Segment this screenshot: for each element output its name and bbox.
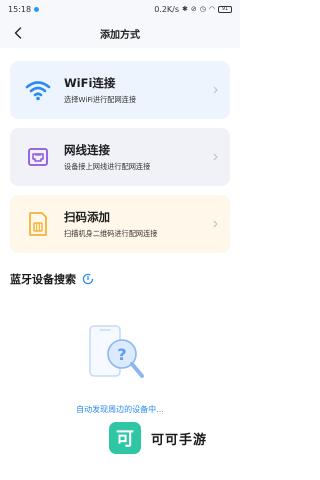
chevron-right-icon	[210, 85, 220, 95]
scan-option-title: 扫码添加	[64, 210, 110, 224]
device-search-illustration: ?	[82, 322, 154, 388]
bluetooth-search-header: 蓝牙设备搜索	[0, 253, 240, 287]
notification-dot-icon	[34, 6, 40, 12]
wifi-icon	[24, 76, 52, 104]
refresh-icon[interactable]	[82, 273, 94, 285]
back-button[interactable]	[8, 23, 28, 43]
bluetooth-icon: ✱	[182, 5, 188, 13]
status-left: 15:18	[8, 4, 40, 14]
status-bar: 15:18 0.2K/s ✱ ⊘ ◷ ◠ 91	[0, 0, 240, 18]
option-list: WiFi连接 选择WiFi进行配网连接 网线连接 设备接上网线进行配网连接 扫码…	[0, 48, 240, 253]
alarm-icon: ◷	[199, 5, 206, 13]
bluetooth-search-title: 蓝牙设备搜索	[10, 273, 76, 286]
ethernet-option-title: 网线连接	[64, 143, 110, 157]
watermark-logo: 可	[109, 422, 141, 454]
wifi-connect-option[interactable]: WiFi连接 选择WiFi进行配网连接	[10, 61, 230, 119]
searching-status-text: 自动发现周边的设备中...	[76, 405, 164, 414]
ethernet-port-icon	[24, 143, 52, 171]
header: 添加方式	[0, 18, 240, 48]
chevron-right-icon	[210, 219, 220, 229]
battery-icon: 91	[218, 5, 232, 13]
ethernet-option-subtitle: 设备接上网线进行配网连接	[64, 162, 151, 171]
wifi-option-title: WiFi连接	[64, 76, 116, 90]
ethernet-connect-option[interactable]: 网线连接 设备接上网线进行配网连接	[10, 128, 230, 186]
mute-icon: ⊘	[190, 5, 197, 13]
scan-option-text: 扫码添加 扫描机身二维码进行配网连接	[64, 209, 210, 239]
page-title: 添加方式	[100, 29, 140, 41]
battery-level: 91	[221, 6, 229, 12]
watermark: 可 可可手游	[109, 422, 207, 454]
scan-add-option[interactable]: 扫码添加 扫描机身二维码进行配网连接	[10, 195, 230, 253]
status-right: 0.2K/s ✱ ⊘ ◷ ◠ 91	[154, 5, 232, 14]
wifi-option-text: WiFi连接 选择WiFi进行配网连接	[64, 75, 210, 105]
chevron-right-icon	[210, 152, 220, 162]
sim-card-icon	[24, 210, 52, 238]
wifi-option-subtitle: 选择WiFi进行配网连接	[64, 95, 137, 104]
back-arrow-icon	[14, 27, 22, 39]
watermark-text: 可可手游	[151, 432, 208, 448]
svg-text:?: ?	[117, 345, 126, 364]
status-time: 15:18	[8, 4, 32, 14]
ethernet-option-text: 网线连接 设备接上网线进行配网连接	[64, 142, 210, 172]
network-speed: 0.2K/s	[154, 4, 180, 14]
scan-option-subtitle: 扫描机身二维码进行配网连接	[64, 229, 158, 238]
wifi-status-icon: ◠	[208, 5, 215, 13]
